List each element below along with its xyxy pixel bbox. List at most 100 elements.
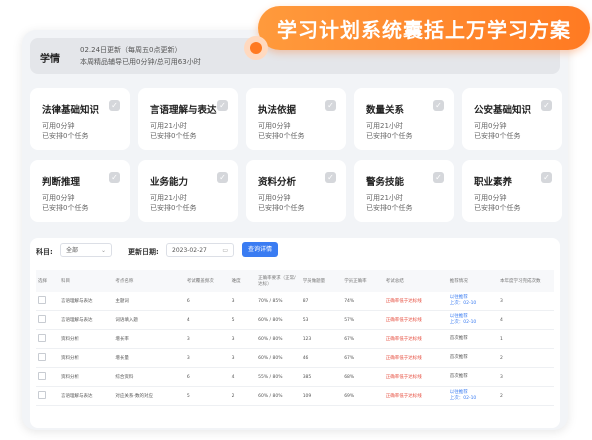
date-picker[interactable]: 2023-02-27 ▭ [166, 243, 234, 257]
check-icon[interactable]: ✓ [541, 100, 552, 111]
date-filter-label: 更新日期: [128, 248, 159, 256]
query-details-button[interactable]: 查询详情 [242, 242, 278, 257]
subject-task-count: 已安排0个任务 [258, 132, 305, 140]
completion-count-cell: 4 [498, 310, 554, 330]
recommendation-text: 首次推荐 [449, 336, 468, 341]
subject-card[interactable]: 数量关系 ✓ 可用21小时 已安排0个任务 [354, 88, 454, 150]
subject-card-title: 职业素养 [474, 177, 513, 188]
row-select-cell [36, 292, 60, 311]
student-accuracy-cell: 68% [342, 367, 384, 387]
row-checkbox[interactable] [38, 372, 46, 380]
subject-card[interactable]: 业务能力 ✓ 可用21小时 已安排0个任务 [138, 160, 238, 222]
subject-available-time: 可用21小时 [150, 122, 187, 130]
recommendation-text: 上次：02-10 [449, 396, 477, 401]
recommendation-text: 上次：02-10 [449, 320, 477, 325]
subject-card[interactable]: 言语理解与表达 ✓ 可用21小时 已安排0个任务 [138, 88, 238, 150]
completion-count-cell: 3 [498, 292, 554, 311]
column-header: 推荐情况 [447, 270, 498, 292]
difficulty-cell: 3 [229, 348, 257, 368]
check-icon[interactable]: ✓ [325, 100, 336, 111]
row-checkbox[interactable] [38, 334, 46, 342]
subject-select[interactable]: 全部 ⌄ [60, 243, 112, 257]
student-accuracy-cell: 57% [342, 310, 384, 330]
completion-count-cell: 2 [498, 348, 554, 368]
topic-cell: 增长量 [113, 348, 185, 368]
column-header: 正确率要求（正常/达标） [256, 270, 301, 292]
frequency-cell: 3 [184, 329, 230, 349]
check-icon[interactable]: ✓ [433, 172, 444, 183]
subject-available-time: 可用21小时 [366, 122, 403, 130]
row-select-cell [36, 310, 60, 330]
row-select-cell [36, 367, 60, 387]
question-count-cell: 109 [300, 386, 343, 406]
question-count-cell: 46 [300, 348, 343, 368]
frequency-cell: 4 [184, 310, 230, 330]
accuracy-requirement-cell: 60% / 80% [256, 310, 301, 330]
table-row[interactable]: 言语理解与表达 对应关系-数的对应 5 2 60% / 80% 109 69% 正确率低于达标… [36, 386, 554, 406]
column-header: 学员正确率 [342, 270, 384, 292]
subject-card-title: 执法依据 [258, 105, 297, 116]
frequency-cell: 5 [184, 386, 230, 406]
subject-available-time: 可用21小时 [366, 194, 403, 202]
subject-cell: 资料分析 [59, 329, 114, 349]
check-icon[interactable]: ✓ [217, 172, 228, 183]
subject-task-count: 已安排0个任务 [474, 204, 521, 212]
subject-card[interactable]: 判断推理 ✓ 可用0分钟 已安排0个任务 [30, 160, 130, 222]
subject-card-title: 业务能力 [150, 177, 189, 188]
completion-count-cell: 1 [498, 329, 554, 349]
summary-cell: 正确率低于达标线 [383, 310, 448, 330]
summary-cell: 正确率低于达标线 [383, 329, 448, 349]
subject-cell: 言语理解与表达 [59, 292, 114, 311]
difficulty-cell: 2 [229, 386, 257, 406]
check-icon[interactable]: ✓ [109, 100, 120, 111]
table-row[interactable]: 资料分析 综合资料 6 4 55% / 80% 385 68% 正确率低于达标线 首次推荐 3 [36, 367, 554, 387]
row-checkbox[interactable] [38, 296, 46, 304]
check-icon[interactable]: ✓ [109, 172, 120, 183]
table-row[interactable]: 言语理解与表达 主题词 6 3 70% / 85% 87 74% 正确率低于达标线 以往推荐 上次… [36, 292, 554, 311]
check-icon[interactable]: ✓ [541, 172, 552, 183]
subject-cell: 资料分析 [59, 348, 114, 368]
subject-card[interactable]: 警务技能 ✓ 可用21小时 已安排0个任务 [354, 160, 454, 222]
subject-cell: 言语理解与表达 [59, 386, 114, 406]
accuracy-requirement-cell: 55% / 80% [256, 367, 301, 387]
table-row[interactable]: 资料分析 增长率 3 3 60% / 80% 123 67% 正确率低于达标线 首次推荐 1 [36, 329, 554, 349]
topic-table: 选择 科目 考点名称 考试覆盖频次 难度 正确率要求（正常/达标） 学员做题量 学员正确率 考试… [36, 270, 554, 406]
question-count-cell: 53 [300, 310, 343, 330]
subject-available-time: 可用0分钟 [258, 122, 291, 130]
topic-cell: 综合资料 [113, 367, 185, 387]
row-checkbox[interactable] [38, 353, 46, 361]
subject-card[interactable]: 职业素养 ✓ 可用0分钟 已安排0个任务 [462, 160, 562, 222]
subject-cell: 言语理解与表达 [59, 310, 114, 330]
subject-card[interactable]: 法律基础知识 ✓ 可用0分钟 已安排0个任务 [30, 88, 130, 150]
subject-task-count: 已安排0个任务 [474, 132, 521, 140]
recommendation-cell: 以往推荐 上次：02-10 [450, 390, 496, 402]
row-checkbox[interactable] [38, 391, 46, 399]
student-accuracy-cell: 67% [342, 348, 384, 368]
topic-cell: 增长率 [113, 329, 185, 349]
subject-card[interactable]: 公安基础知识 ✓ 可用0分钟 已安排0个任务 [462, 88, 562, 150]
recommendation-cell: 首次推荐 [450, 355, 496, 361]
subject-cell: 资料分析 [59, 367, 114, 387]
column-header: 本年度学习完成次数 [498, 270, 554, 292]
row-select-cell [36, 329, 60, 349]
frequency-cell: 6 [184, 292, 230, 311]
subject-card[interactable]: 执法依据 ✓ 可用0分钟已安排0个任务 [246, 88, 346, 150]
subject-card-title: 判断推理 [42, 177, 81, 188]
promo-banner: 学习计划系统囊括上万学习方案 [258, 6, 590, 50]
subject-card[interactable]: 资料分析 ✓ 可用0分钟 已安排0个任务 [246, 160, 346, 222]
column-header: 科目 [59, 270, 114, 292]
subject-task-count: 已安排0个任务 [150, 132, 197, 140]
check-icon[interactable]: ✓ [217, 100, 228, 111]
recommendation-cell: 首次推荐 [450, 374, 496, 380]
recommendation-cell: 以往推荐 上次：02-10 [450, 295, 496, 307]
completion-count-cell: 2 [498, 386, 554, 406]
check-icon[interactable]: ✓ [325, 172, 336, 183]
subject-card-title: 法律基础知识 [42, 105, 100, 116]
student-accuracy-cell: 67% [342, 329, 384, 349]
accuracy-requirement-cell: 60% / 80% [256, 348, 301, 368]
row-checkbox[interactable] [38, 315, 46, 323]
student-accuracy-cell: 69% [342, 386, 384, 406]
check-icon[interactable]: ✓ [433, 100, 444, 111]
table-row[interactable]: 言语理解与表达 词语填入题 4 5 60% / 80% 53 57% 正确率低于达标线 以往推荐… [36, 310, 554, 330]
table-row[interactable]: 资料分析 增长量 3 3 60% / 80% 46 67% 正确率低于达标线 首次推荐 2 [36, 348, 554, 368]
